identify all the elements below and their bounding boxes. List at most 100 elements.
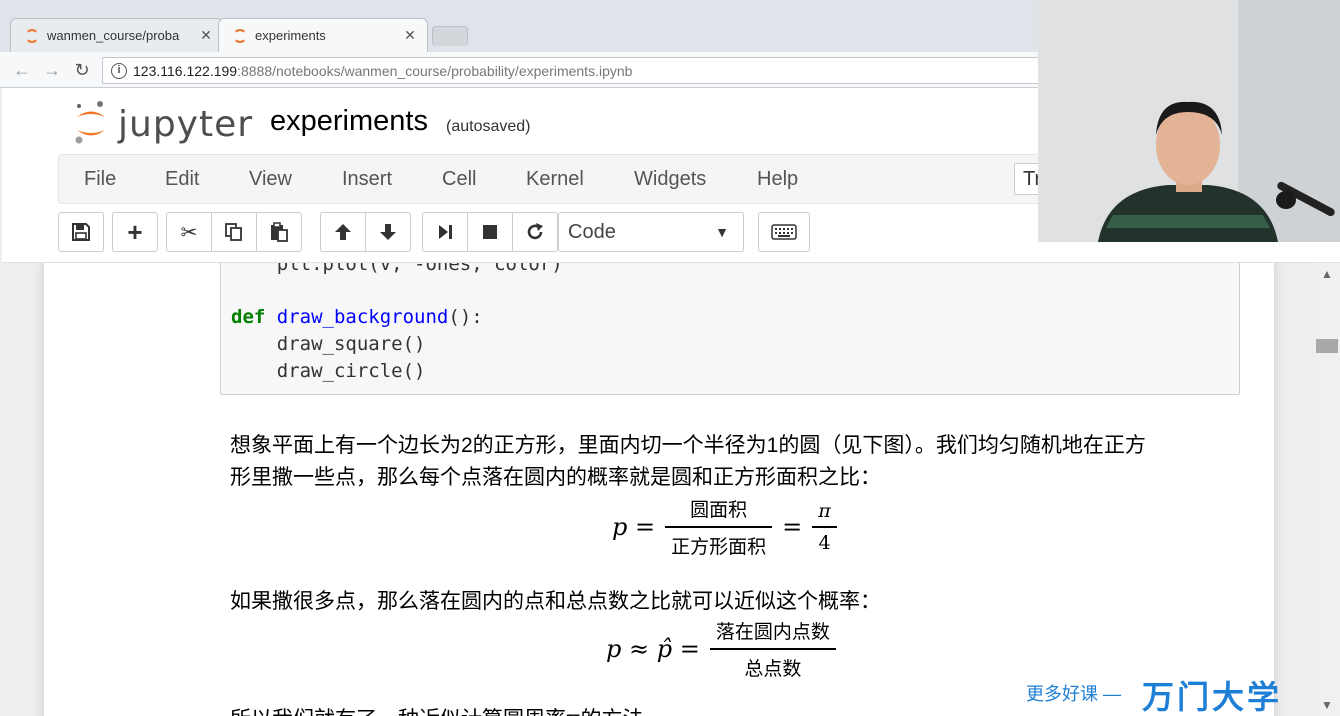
menu-widgets[interactable]: Widgets	[634, 168, 706, 191]
def-keyword: def	[231, 306, 266, 328]
menu-kernel[interactable]: Kernel	[526, 168, 584, 191]
formula-1-fraction: 圆面积 正方形面积	[665, 495, 773, 559]
cell-type-select[interactable]: Code ▼	[558, 212, 744, 252]
clipboard-group: ✂	[166, 212, 302, 252]
run-button[interactable]	[422, 212, 468, 252]
interrupt-button[interactable]	[467, 212, 513, 252]
formula-1-numerator: 圆面积	[690, 499, 748, 521]
watermark-logo-text: 万门大学	[1142, 679, 1283, 715]
restart-icon	[527, 223, 543, 240]
url-path: :8888/notebooks/wanmen_course/probabilit…	[237, 62, 633, 79]
formula-1-denominator: 正方形面积	[671, 535, 767, 558]
autosave-status: (autosaved)	[446, 118, 531, 135]
back-arrow-icon[interactable]: ←	[10, 58, 34, 82]
formula-2-lhs: p ≈ p̂ =	[606, 634, 700, 663]
screen: wanmen_course/proba ✕ experiments ✕ ← → …	[0, 0, 1340, 716]
move-group	[320, 212, 411, 252]
command-palette-button[interactable]	[758, 212, 810, 252]
notebook-toolbar: + ✂ Code ▼	[58, 212, 1058, 254]
menubar: File Edit View Insert Cell Kernel Widget…	[58, 154, 1074, 204]
formula-2-denominator: 总点数	[744, 657, 802, 680]
function-name: draw_background	[276, 306, 449, 328]
save-group	[58, 212, 104, 252]
notebook-page: plt.plot(v, -ones, color) def draw_backg…	[44, 263, 1274, 716]
jupyter-logo-icon	[75, 101, 105, 144]
notebook-name[interactable]: experiments	[270, 105, 428, 138]
menu-cell[interactable]: Cell	[442, 168, 476, 191]
move-up-button[interactable]	[320, 212, 366, 252]
cell-type-value: Code	[568, 221, 616, 243]
formula-2: p ≈ p̂ = 落在圆内点数 总点数	[606, 617, 846, 681]
formula-1-equals: =	[782, 512, 803, 541]
info-icon[interactable]: i	[111, 62, 127, 79]
notebook-area[interactable]: plt.plot(v, -ones, color) def draw_backg…	[2, 263, 1314, 716]
scissors-icon: ✂	[180, 221, 198, 244]
menu-help[interactable]: Help	[757, 168, 798, 191]
reload-icon[interactable]: ↻	[70, 58, 94, 82]
formula-1-four: 4	[818, 531, 831, 554]
code-line-1: plt.plot(v, -ones, color)	[231, 263, 563, 275]
insert-cell-button[interactable]: +	[112, 212, 158, 252]
jupyter-logo-text: jupyter	[118, 104, 254, 145]
formula-2-fraction: 落在圆内点数 总点数	[709, 617, 836, 681]
close-icon[interactable]: ✕	[197, 27, 215, 44]
code-line-4: draw_square()	[231, 333, 426, 355]
menu-insert[interactable]: Insert	[342, 168, 392, 191]
vertical-scrollbar[interactable]: ▲ ▼	[1314, 263, 1340, 716]
markdown-line-3: 如果撒很多点，那么落在圆内的点和总点数之比就可以近似这个概率：	[230, 590, 881, 613]
jupyter-favicon-icon	[233, 28, 247, 43]
copy-button[interactable]	[211, 212, 257, 252]
watermark-subtitle: 更多好课 —	[1026, 684, 1122, 704]
stop-icon	[483, 225, 497, 239]
move-down-button[interactable]	[365, 212, 411, 252]
tab-wanmen-course[interactable]: wanmen_course/proba ✕	[10, 18, 224, 52]
cut-button[interactable]: ✂	[166, 212, 212, 252]
save-icon	[72, 223, 90, 241]
arrow-down-icon	[380, 224, 396, 240]
new-tab-button[interactable]	[432, 26, 468, 46]
code-line-5: draw_circle()	[231, 360, 426, 382]
menu-edit[interactable]: Edit	[165, 168, 199, 191]
jupyter-logo[interactable]: jupyter	[74, 98, 252, 148]
presenter-video	[1038, 0, 1340, 242]
close-icon[interactable]: ✕	[401, 27, 419, 44]
paste-icon	[271, 222, 288, 242]
tab-experiments[interactable]: experiments ✕	[218, 18, 428, 52]
keyboard-icon	[771, 224, 797, 240]
address-bar[interactable]: i 123.116.122.199 :8888/notebooks/wanmen…	[102, 57, 1102, 84]
menu-view[interactable]: View	[249, 168, 292, 191]
jupyter-favicon-icon	[25, 28, 39, 43]
webcam-overlay	[1038, 0, 1340, 242]
plus-icon: +	[127, 216, 143, 247]
wanmen-watermark: 更多好课 — 万门大学	[1026, 672, 1326, 716]
scroll-up-arrow-icon[interactable]: ▲	[1321, 267, 1333, 281]
run-group	[422, 212, 558, 252]
paste-button[interactable]	[256, 212, 302, 252]
tab-title: experiments	[255, 28, 326, 43]
fraction-bar	[812, 526, 837, 528]
code-cell[interactable]: plt.plot(v, -ones, color) def draw_backg…	[220, 263, 1240, 395]
formula-1-pi-fraction: π 4	[812, 500, 837, 554]
scrollbar-thumb[interactable]	[1316, 339, 1338, 353]
forward-arrow-icon[interactable]: →	[40, 58, 64, 82]
menu-file[interactable]: File	[84, 168, 116, 191]
tab-title: wanmen_course/proba	[47, 28, 180, 43]
insert-group: +	[112, 212, 158, 252]
formula-1-lhs: p =	[612, 512, 656, 541]
fraction-bar	[709, 648, 836, 650]
step-forward-icon	[439, 225, 452, 239]
url-host: 123.116.122.199	[133, 62, 238, 79]
fraction-bar	[665, 526, 773, 528]
markdown-line-1: 想象平面上有一个边长为2的正方形，里面内切一个半径为1的圆（见下图）。我们均匀随…	[230, 434, 1146, 457]
save-button[interactable]	[58, 212, 104, 252]
code-line-3: def draw_background():	[231, 306, 483, 328]
formula-2-numerator: 落在圆内点数	[715, 621, 830, 643]
caret-down-icon: ▼	[715, 224, 729, 240]
restart-button[interactable]	[512, 212, 558, 252]
formula-1: p = 圆面积 正方形面积 = π 4	[612, 495, 847, 559]
markdown-line-2: 形里撒一些点，那么每个点落在圆内的概率就是圆和正方形面积之比：	[230, 466, 881, 489]
arrow-up-icon	[335, 224, 351, 240]
markdown-line-4: 所以我们就有了一种近似计算圆周率π的方法	[230, 703, 644, 716]
copy-icon	[225, 223, 242, 241]
formula-1-pi: π	[818, 500, 831, 522]
